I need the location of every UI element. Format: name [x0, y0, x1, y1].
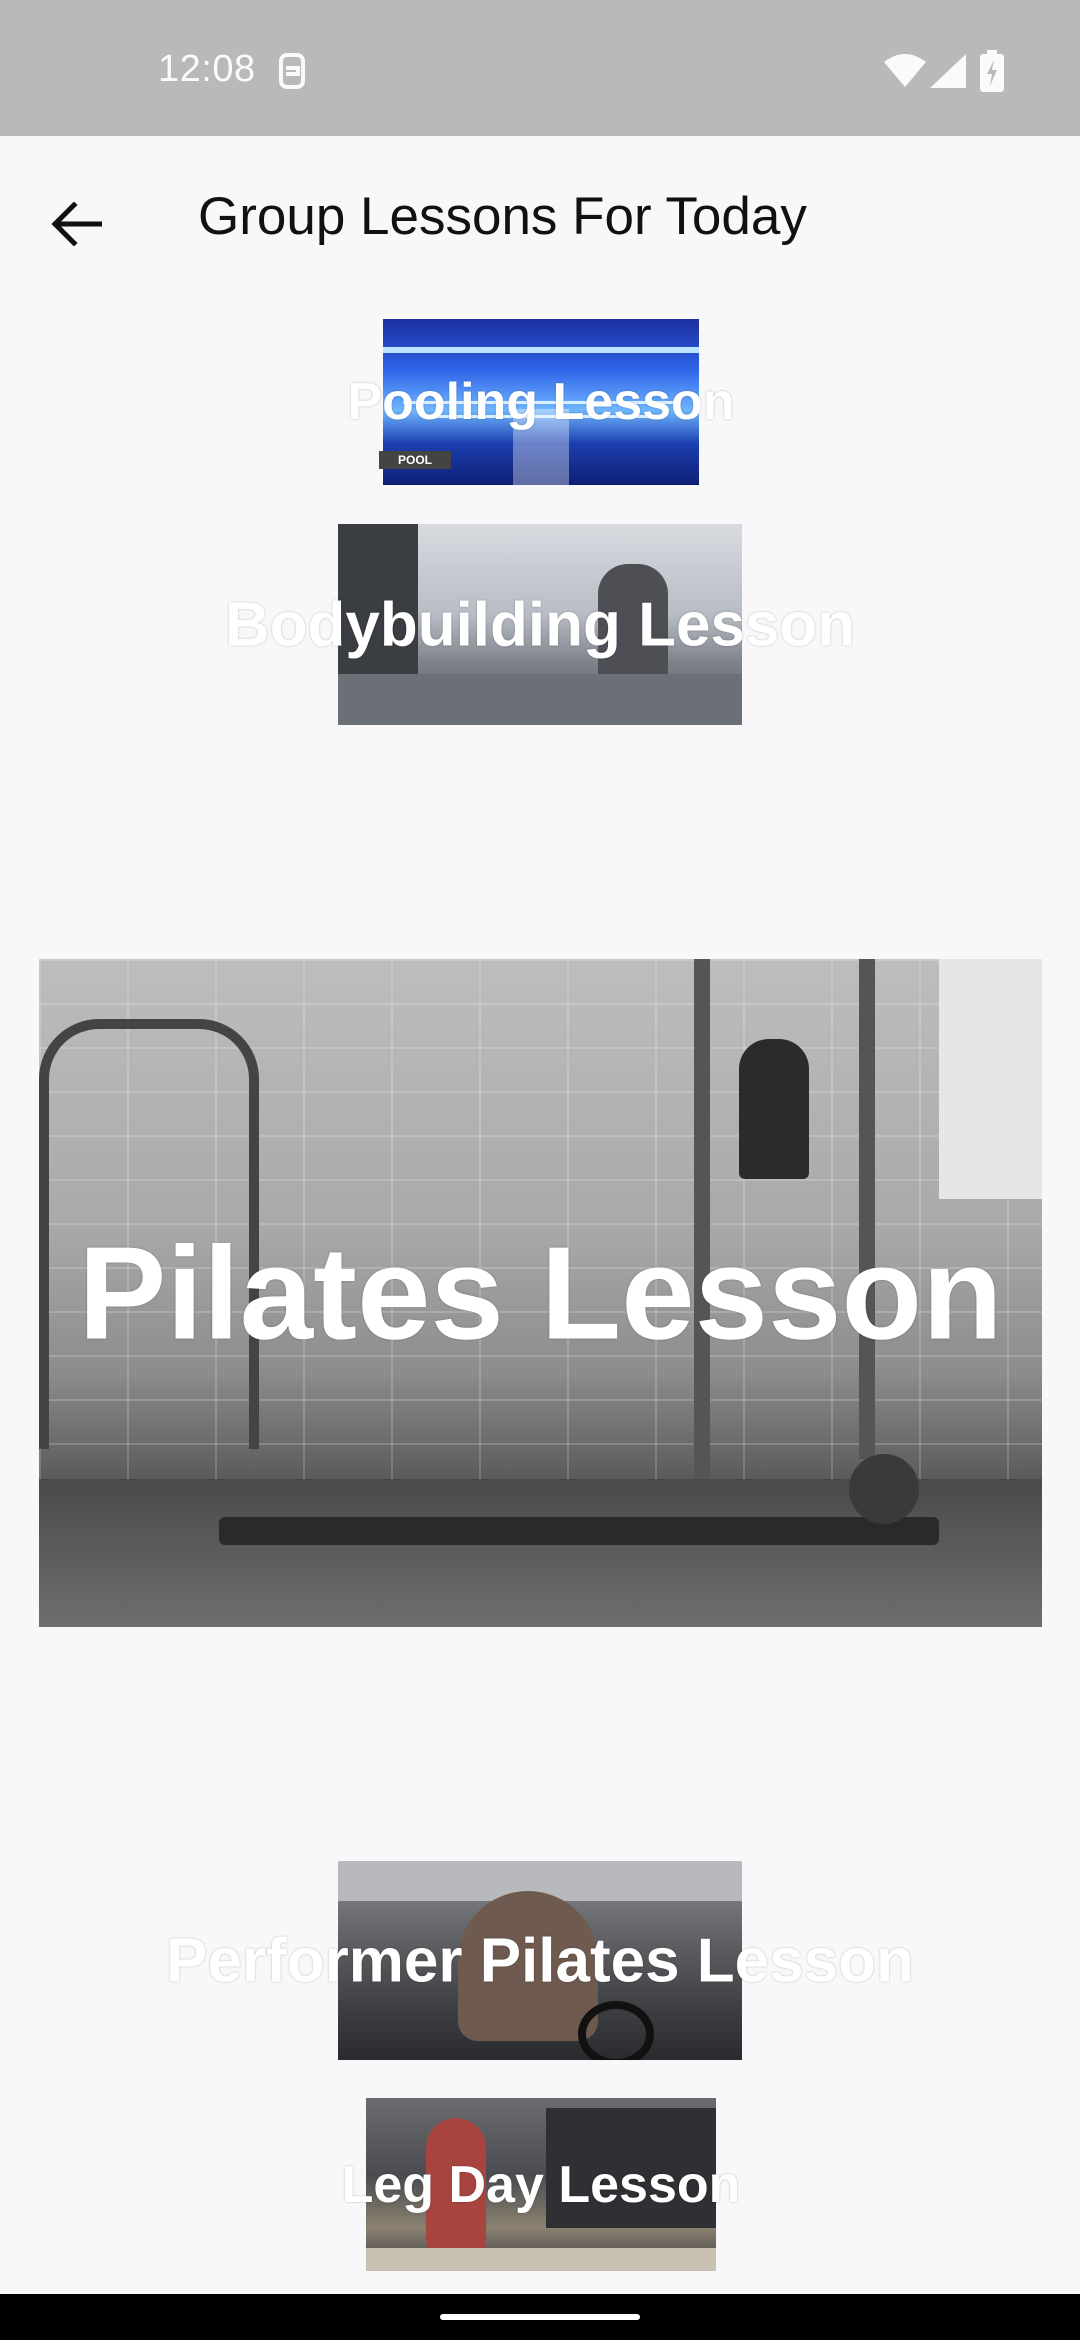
lesson-card-pilates[interactable]: Pilates Lesson: [39, 959, 1042, 1627]
wifi-icon: [884, 54, 926, 87]
back-button[interactable]: [40, 188, 112, 260]
lesson-card-leg-day[interactable]: Leg Day Lesson: [342, 2098, 740, 2271]
lesson-label-leg-day: Leg Day Lesson: [341, 2155, 741, 2214]
lesson-label-bodybuilding: Bodybuilding Lesson: [224, 590, 856, 659]
app-bar: Group Lessons For Today: [0, 136, 1080, 292]
status-time: 12:08: [158, 48, 256, 90]
lesson-card-bodybuilding[interactable]: Bodybuilding Lesson: [225, 524, 855, 725]
arrow-left-icon: [51, 202, 102, 246]
lesson-label-pilates: Pilates Lesson: [78, 1219, 1003, 1367]
cell-signal-icon: [930, 54, 966, 88]
navigation-bar: [0, 2294, 1080, 2340]
lesson-label-pooling: Pooling Lesson: [347, 373, 735, 431]
screen-record-icon: [279, 53, 305, 89]
lesson-card-pooling[interactable]: POOL Pooling Lesson: [347, 319, 735, 485]
lesson-label-performer-pilates: Performer Pilates Lesson: [166, 1926, 914, 1995]
home-gesture-handle[interactable]: [440, 2314, 640, 2320]
page-title: Group Lessons For Today: [198, 187, 807, 246]
battery-charging-icon: [980, 50, 1004, 92]
status-bar: 12:08: [0, 0, 1080, 136]
pool-badge: POOL: [379, 451, 451, 469]
lesson-card-performer-pilates[interactable]: Performer Pilates Lesson: [166, 1861, 914, 2060]
